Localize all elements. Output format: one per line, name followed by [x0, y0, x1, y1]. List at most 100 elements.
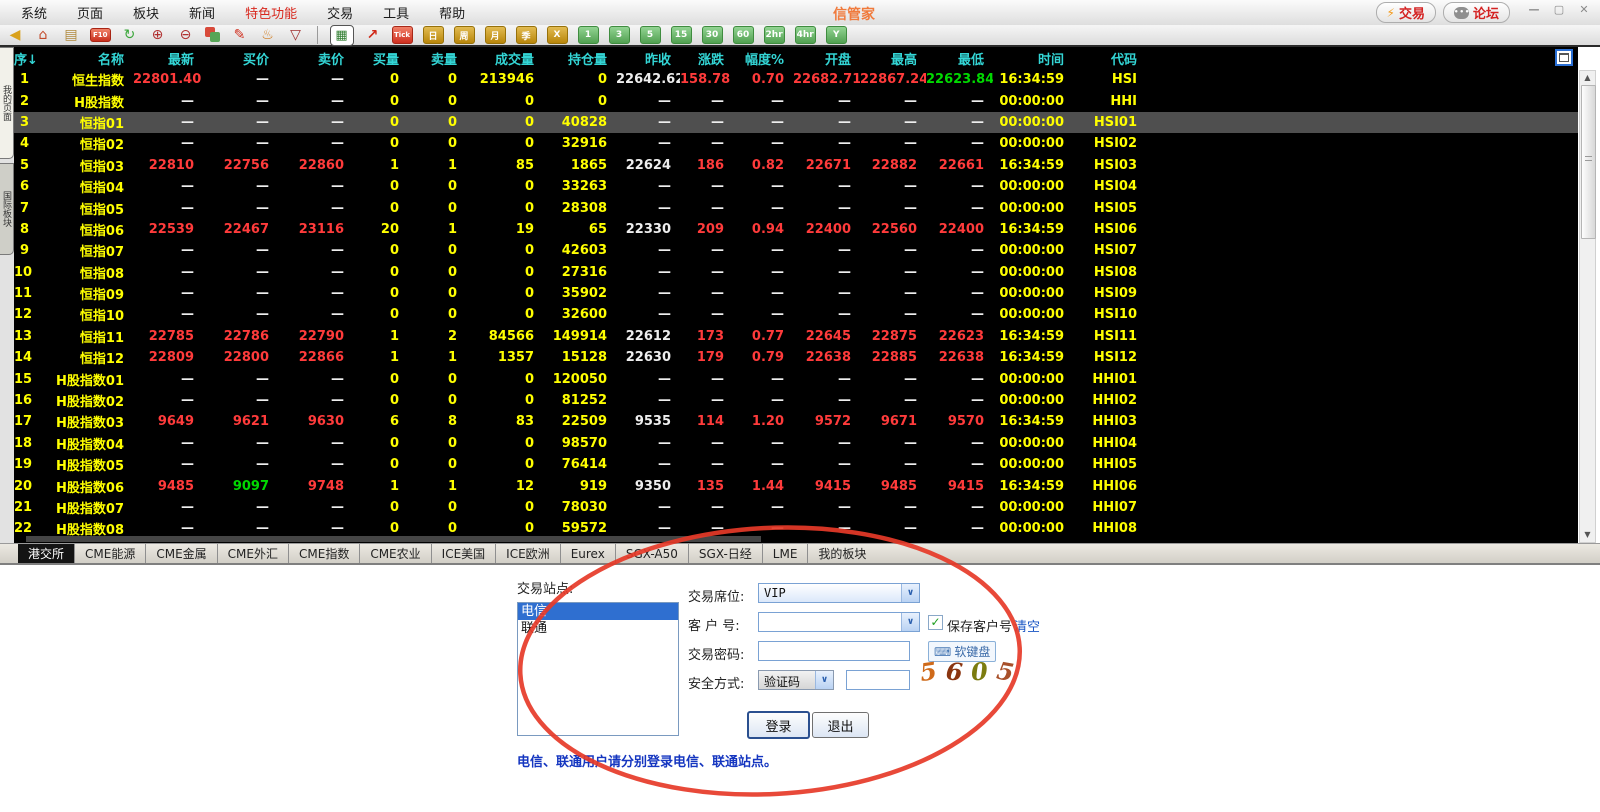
quote-row-HSI09[interactable]: 11恒指09———00035902——————00:00:00HSI09 [14, 283, 1578, 304]
quote-grid-view-button[interactable]: ▦ [330, 25, 354, 46]
quote-row-HSI01[interactable]: 3恒指01———00040828——————00:00:00HSI01 [14, 112, 1578, 133]
station-listbox[interactable]: 电信联通 [517, 602, 679, 736]
period-button-3[interactable]: 3 [609, 26, 630, 44]
quote-row-HHI[interactable]: 2H股指数———0000——————00:00:00HHI [14, 90, 1578, 111]
trade-button[interactable]: ⚡ 交易 [1376, 2, 1436, 23]
horizontal-scrollbar-thumb[interactable] [26, 536, 761, 542]
period-button-Y[interactable]: Y [826, 26, 847, 44]
home-icon[interactable]: ⌂ [34, 26, 52, 44]
zoom-out-icon[interactable]: ⊖ [177, 26, 195, 44]
refresh-icon[interactable]: ↻ [121, 26, 139, 44]
captcha-input[interactable] [846, 670, 910, 690]
quote-row-HSI06[interactable]: 8恒指062253922467231162011965223302090.942… [14, 219, 1578, 240]
exchange-tab-CME外汇[interactable]: CME外汇 [217, 544, 288, 563]
period-button-4hr[interactable]: 4hr [795, 26, 816, 44]
exchange-tab-SGX-A50[interactable]: SGX-A50 [615, 544, 688, 563]
filter-icon[interactable]: ▽ [287, 26, 305, 44]
quote-row-HSI[interactable]: 1恒生指数22801.40——00213946022642.62158.780.… [14, 69, 1578, 90]
menu-item-板块[interactable]: 板块 [118, 3, 174, 22]
quote-row-HHI04[interactable]: 18H股指数04———00098570——————00:00:00HHI04 [14, 433, 1578, 454]
sidebar-tab-international[interactable]: 国际板块 [0, 163, 14, 255]
column-header-8[interactable]: 成交量 [466, 49, 543, 68]
scroll-down-arrow-icon[interactable]: ▼ [1580, 528, 1595, 542]
vertical-scrollbar[interactable]: ▲ ▼ [1579, 70, 1596, 543]
period-button-月[interactable]: 月 [485, 26, 506, 44]
column-header-13[interactable]: 开盘 [793, 49, 860, 68]
exchange-tab-CME农业[interactable]: CME农业 [359, 544, 430, 563]
chevron-down-icon[interactable]: ∨ [815, 671, 833, 689]
maximize-button[interactable]: ▢ [1551, 3, 1567, 17]
quote-row-HSI12[interactable]: 14恒指122280922800228661113571512822630179… [14, 347, 1578, 368]
period-button-1[interactable]: 1 [578, 26, 599, 44]
quote-row-HHI03[interactable]: 17H股指数0396499621963068832250995351141.20… [14, 411, 1578, 432]
pencil-icon[interactable]: ✎ [231, 26, 249, 44]
period-button-X[interactable]: X [547, 26, 568, 44]
notepad-icon[interactable]: ▤ [62, 26, 80, 44]
quote-row-HSI04[interactable]: 6恒指04———00033263——————00:00:00HSI04 [14, 176, 1578, 197]
column-header-1[interactable]: 序↓ [14, 49, 38, 68]
chevron-down-icon[interactable]: ∨ [901, 613, 919, 631]
exchange-tab-CME金属[interactable]: CME金属 [145, 544, 216, 563]
exchange-tab-LME[interactable]: LME [762, 544, 808, 563]
f10-info-icon[interactable]: F10 [90, 28, 111, 42]
column-header-4[interactable]: 买价 [203, 49, 278, 68]
menu-item-页面[interactable]: 页面 [62, 3, 118, 22]
quote-row-HHI02[interactable]: 16H股指数02———00081252——————00:00:00HHI02 [14, 390, 1578, 411]
quote-row-HSI05[interactable]: 7恒指05———00028308——————00:00:00HSI05 [14, 197, 1578, 218]
quote-row-HHI06[interactable]: 20H股指数06948590979748111291993501351.4494… [14, 475, 1578, 496]
column-header-12[interactable]: 幅度% [733, 49, 793, 68]
password-input[interactable] [758, 641, 910, 661]
period-button-日[interactable]: 日 [423, 26, 444, 44]
station-item-联通[interactable]: 联通 [518, 620, 678, 637]
scroll-up-arrow-icon[interactable]: ▲ [1580, 71, 1595, 85]
column-header-2[interactable]: 名称 [38, 49, 133, 68]
chevron-down-icon[interactable]: ∨ [901, 584, 919, 602]
column-header-5[interactable]: 卖价 [278, 49, 353, 68]
period-button-5[interactable]: 5 [640, 26, 661, 44]
period-button-2hr[interactable]: 2hr [764, 26, 785, 44]
menu-item-特色功能[interactable]: 特色功能 [230, 3, 312, 22]
column-header-9[interactable]: 持仓量 [543, 49, 616, 68]
column-header-3[interactable]: 最新 [133, 49, 203, 68]
exchange-tab-ICE欧洲[interactable]: ICE欧洲 [495, 544, 560, 563]
column-header-10[interactable]: 昨收 [616, 49, 680, 68]
close-button[interactable]: ✕ [1576, 3, 1592, 17]
column-header-15[interactable]: 最低 [926, 49, 993, 68]
station-item-电信[interactable]: 电信 [518, 603, 678, 620]
column-header-17[interactable]: 代码 [1073, 49, 1146, 68]
mdi-restore-icon[interactable] [1555, 49, 1573, 66]
exchange-tab-SGX-日经[interactable]: SGX-日经 [688, 544, 762, 563]
vertical-scrollbar-thumb[interactable] [1581, 85, 1596, 239]
exchange-tab-CME能源[interactable]: CME能源 [74, 544, 145, 563]
menu-item-新闻[interactable]: 新闻 [174, 3, 230, 22]
period-button-30[interactable]: 30 [702, 26, 723, 44]
column-header-16[interactable]: 时间 [993, 49, 1073, 68]
menu-item-系统[interactable]: 系统 [6, 3, 62, 22]
back-icon[interactable]: ◀ [6, 26, 24, 44]
column-header-11[interactable]: 涨跌 [680, 49, 733, 68]
column-header-7[interactable]: 卖量 [408, 49, 466, 68]
account-combobox[interactable]: ∨ [758, 612, 920, 632]
minimize-button[interactable]: — [1526, 3, 1542, 17]
quote-row-HSI03[interactable]: 5恒指0322810227562286011851865226241860.82… [14, 155, 1578, 176]
column-header-14[interactable]: 最高 [860, 49, 926, 68]
quote-row-HSI08[interactable]: 10恒指08———00027316——————00:00:00HSI08 [14, 262, 1578, 283]
torch-icon[interactable]: ♨ [259, 26, 277, 44]
period-button-周[interactable]: 周 [454, 26, 475, 44]
layers-icon[interactable] [205, 27, 221, 43]
quote-row-HSI10[interactable]: 12恒指10———00032600——————00:00:00HSI10 [14, 304, 1578, 325]
exchange-tab-ICE美国[interactable]: ICE美国 [431, 544, 496, 563]
period-button-季[interactable]: 季 [516, 26, 537, 44]
quote-row-HSI02[interactable]: 4恒指02———00032916——————00:00:00HSI02 [14, 133, 1578, 154]
column-header-6[interactable]: 买量 [353, 49, 408, 68]
forum-button[interactable]: ••• 论坛 [1443, 2, 1510, 23]
menu-item-帮助[interactable]: 帮助 [424, 3, 480, 22]
period-button-60[interactable]: 60 [733, 26, 754, 44]
quote-row-HSI11[interactable]: 13恒指112278522786227901284566149914226121… [14, 326, 1578, 347]
exit-button[interactable]: 退出 [812, 712, 869, 738]
sidebar-tab-my-pages[interactable]: 我的页面 ▶ [0, 47, 14, 159]
exchange-tab-港交所[interactable]: 港交所 [18, 544, 74, 563]
save-account-checkbox[interactable]: ✓ [928, 615, 943, 630]
quote-row-HHI01[interactable]: 15H股指数01———000120050——————00:00:00HHI01 [14, 368, 1578, 389]
menu-item-交易[interactable]: 交易 [312, 3, 368, 22]
